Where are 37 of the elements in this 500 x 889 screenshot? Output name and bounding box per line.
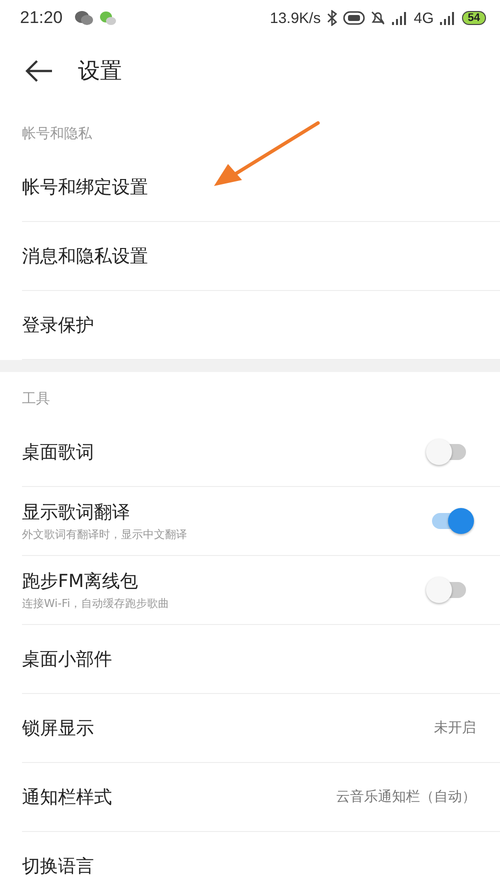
status-time: 21:20: [20, 8, 63, 28]
row-label: 桌面歌词: [22, 441, 94, 464]
row-label: 桌面小部件: [22, 648, 112, 671]
row-value: 云音乐通知栏（自动）: [336, 788, 476, 806]
row-subtitle: 外文歌词有翻译时，显示中文翻译: [22, 527, 187, 542]
row-label: 切换语言: [22, 855, 94, 878]
muted-bell-icon: [370, 10, 386, 26]
settings-row[interactable]: 切换语言: [22, 832, 500, 889]
row-label: 消息和隐私设置: [22, 245, 148, 268]
settings-row[interactable]: 通知栏样式 云音乐通知栏（自动）: [22, 763, 500, 832]
row-label: 帐号和绑定设置: [22, 176, 148, 199]
chat-icon: [74, 10, 94, 26]
row-label: 通知栏样式: [22, 786, 112, 809]
row-value: 未开启: [434, 719, 476, 737]
settings-row[interactable]: 桌面小部件: [22, 625, 500, 694]
page-title: 设置: [78, 58, 122, 86]
signal-icon: [390, 11, 409, 25]
network-type: 4G: [414, 10, 434, 26]
settings-row[interactable]: 锁屏显示 未开启: [22, 694, 500, 763]
network-speed: 13.9K/s: [270, 10, 321, 26]
row-label: 锁屏显示: [22, 717, 94, 740]
section-header: 帐号和隐私: [22, 125, 92, 143]
battery-level: 54: [462, 11, 486, 25]
back-icon[interactable]: [24, 58, 54, 82]
row-subtitle: 连接Wi-Fi，自动缓存跑步歌曲: [22, 596, 170, 611]
vibrate-icon: [342, 11, 365, 25]
settings-row[interactable]: 桌面歌词: [22, 418, 500, 487]
signal-icon: [438, 11, 457, 25]
settings-row[interactable]: 显示歌词翻译 外文歌词有翻译时，显示中文翻译: [22, 487, 500, 556]
chat-icon: [98, 10, 117, 26]
row-label: 登录保护: [22, 314, 94, 337]
row-label: 跑步FM离线包: [22, 570, 139, 593]
row-label: 显示歌词翻译: [22, 501, 131, 524]
section-header: 工具: [22, 390, 50, 408]
settings-row[interactable]: 跑步FM离线包 连接Wi-Fi，自动缓存跑步歌曲: [22, 556, 500, 625]
settings-row[interactable]: 消息和隐私设置: [22, 222, 500, 291]
bluetooth-icon: [326, 10, 338, 26]
